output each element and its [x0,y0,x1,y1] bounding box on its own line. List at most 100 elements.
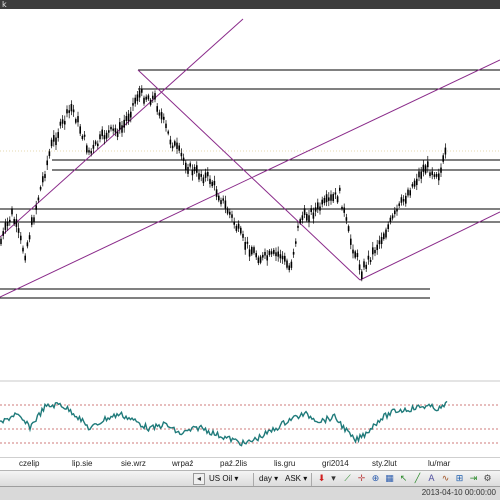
time-axis-label: sty.2lut [372,459,397,468]
status-bar: 2013-04-10 00:00:00 [0,487,500,500]
indicator-icon[interactable]: ∿ [440,474,451,485]
candle-body [204,172,207,178]
candle-body [70,104,73,112]
candle-body [424,165,427,174]
candle-body [90,151,92,154]
candle-body [240,227,242,234]
chart-canvas[interactable] [0,9,500,457]
scroll-icon[interactable]: ⇥ [468,474,479,485]
candle-body [33,217,35,223]
candle-body [374,249,376,254]
dropdown-chevron-icon[interactable]: ▾ [328,474,339,485]
candle-body [431,171,433,176]
candle-body [422,164,425,172]
trend-tool-icon[interactable]: ⟋ [342,474,353,485]
candle-body [242,233,244,238]
candle-body [398,203,400,206]
grid-icon[interactable]: ▦ [384,474,395,485]
candle-body [334,192,337,195]
price-type-selector[interactable]: ASK ▾ [285,473,307,485]
period-icon[interactable]: ⊞ [454,474,465,485]
candle-body [158,112,161,116]
candle-body [116,131,119,137]
candle-body [372,247,374,255]
time-axis-label: lip.sie [72,459,93,468]
candle-body [0,238,2,245]
candle-body [2,231,4,236]
cursor-icon[interactable]: ↖ [398,474,409,485]
candle-body [48,151,51,157]
time-axis-label: lu/mar [428,459,451,468]
candle-body [246,241,249,244]
candle-body [143,97,145,104]
candle-body [180,152,183,157]
candle-body [277,251,279,257]
candle-body [13,218,15,224]
candle-body [112,128,114,131]
candle-body [174,141,176,146]
candle-body [332,194,334,202]
line-tool-icon[interactable]: ╱ [412,474,423,485]
candle-body [160,112,163,120]
candle-body [123,119,125,128]
candle-body [44,174,46,179]
settings-icon[interactable]: ⚙ [482,474,493,485]
candle-body [17,228,20,233]
candle-body [215,189,218,197]
candle-body [57,132,59,138]
candle-body [28,235,31,240]
candle-body [163,116,165,120]
candle-body [235,225,238,231]
candle-body [279,254,282,259]
time-axis-label: paź.2lis [220,459,248,468]
candle-body [264,251,266,256]
candle-body [64,120,66,125]
candle-body [407,189,409,196]
prev-symbol-button[interactable]: ◂ [193,473,205,485]
zoom-icon[interactable]: ⊕ [370,474,381,485]
candle-body [416,178,418,186]
candle-body [429,172,431,176]
candle-body [229,211,231,215]
candle-body [108,130,110,133]
timeframe-selector[interactable]: day ▾ [259,473,278,485]
candle-body [220,200,222,205]
candle-body [306,213,308,221]
time-axis-label: gri2014 [322,459,349,468]
candle-body [358,264,361,270]
crosshair-icon[interactable]: ✛ [356,474,367,485]
candle-body [24,255,26,261]
candle-body [405,195,407,204]
candle-body [61,119,64,124]
candle-body [365,264,367,269]
candle-body [356,253,359,258]
candle-body [11,208,13,215]
candle-body [259,256,262,263]
candle-body [94,141,97,145]
window-titlebar: k [0,0,500,9]
candle-body [114,128,117,133]
candle-body [88,150,90,153]
text-tool-icon[interactable]: A [426,474,437,485]
price-chart[interactable] [0,9,500,457]
candle-body [244,241,246,250]
candle-body [380,236,383,245]
symbol-selector[interactable]: US Oil ▾ [209,473,238,485]
candle-body [402,199,405,202]
candle-body [270,251,273,255]
candle-body [435,174,438,177]
candle-body [433,174,436,177]
candle-body [193,167,196,172]
candle-body [185,162,187,171]
candle-body [134,97,136,104]
sell-icon[interactable]: ⬇ [316,474,327,485]
candle-body [42,176,44,183]
candle-body [262,254,264,258]
candle-body [92,144,95,149]
chart-toolbar: ◂ US Oil ▾ day ▾ ASK ▾ ⬇ ▾ ⟋ ✛ ⊕ ▦ ↖ ╱ A… [0,470,500,487]
candle-body [328,197,330,201]
candle-body [75,119,77,123]
candle-body [224,200,227,209]
candle-body [218,195,220,201]
candle-body [400,197,403,203]
